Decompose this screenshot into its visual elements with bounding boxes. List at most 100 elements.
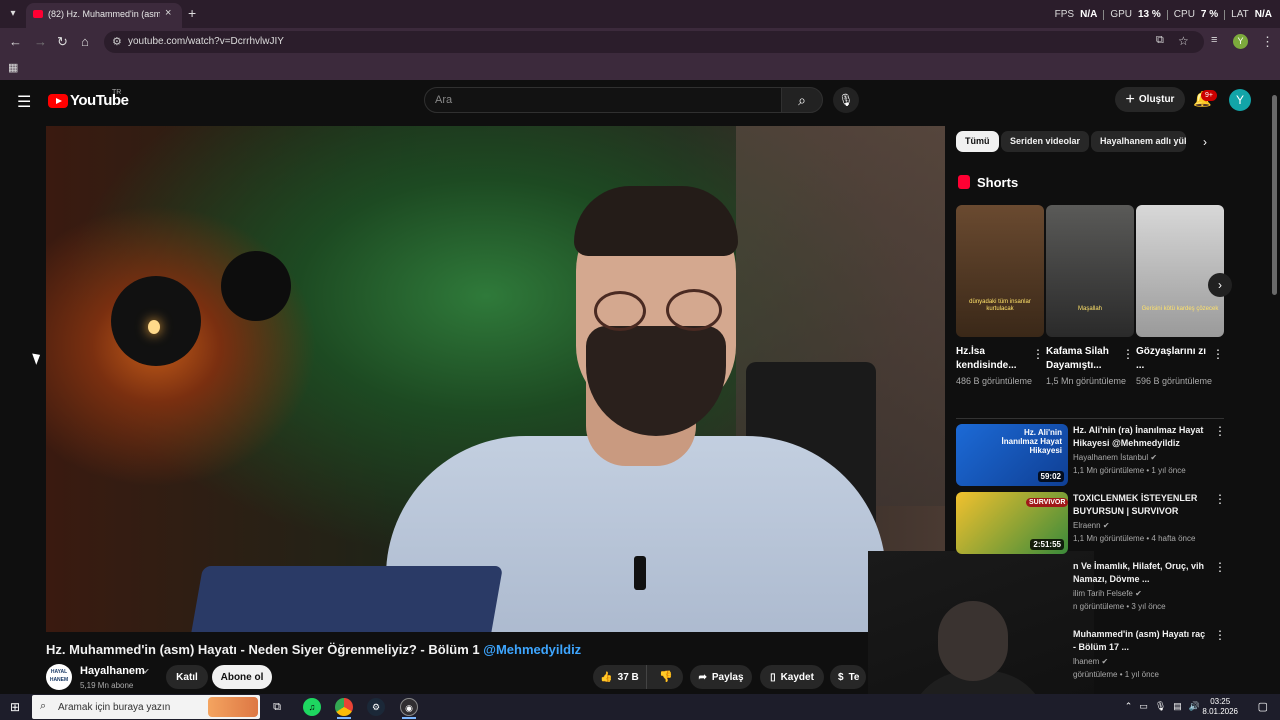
- chevron-right-icon[interactable]: ›: [1208, 273, 1232, 297]
- short-thumbnail[interactable]: dünyadaki tüm insanlar kurtulacak: [956, 205, 1044, 337]
- more-vert-icon[interactable]: ⋮: [1032, 347, 1044, 361]
- video-duration: 2:51:55: [1030, 539, 1064, 550]
- recommended-video[interactable]: Hz. Ali'nin İnanılmaz Hayat Hikayesi 59:…: [956, 424, 1226, 486]
- country-code: TR: [112, 89, 122, 96]
- thumbs-down-icon[interactable]: 👎: [649, 670, 683, 683]
- video-title[interactable]: Hz. Ali'nin (ra) İnanılmaz Hayat Hikayes…: [1073, 424, 1208, 450]
- user-avatar[interactable]: Y: [1229, 89, 1251, 111]
- recommended-video[interactable]: SURVIVOR 2:51:55 TOXICLENMEK İSTEYENLER …: [956, 492, 1226, 554]
- channel-name[interactable]: lhanem ✔: [1073, 657, 1108, 666]
- search-highlight-image[interactable]: [208, 697, 258, 717]
- channel-name[interactable]: Hayalhanem: [80, 665, 145, 677]
- forward-arrow-icon[interactable]: →: [34, 34, 47, 49]
- thanks-button[interactable]: $ Te: [830, 665, 866, 689]
- video-title-text: Hz. Muhammed'in (asm) Hayatı - Neden Siy…: [46, 642, 480, 657]
- close-tab-icon[interactable]: ×: [165, 7, 171, 19]
- more-vert-icon[interactable]: ⋮: [1214, 560, 1226, 574]
- microphone-icon[interactable]: 🎙: [1155, 701, 1166, 712]
- video-title: Hz. Muhammed'in (asm) Hayatı - Neden Siy…: [46, 642, 581, 657]
- reload-icon[interactable]: ↻: [57, 34, 68, 50]
- tab-search-dropdown-icon[interactable]: ▾: [4, 5, 22, 23]
- browser-profile-avatar[interactable]: Y: [1233, 34, 1248, 49]
- video-title[interactable]: Muhammed'in (asm) Hayatı raç - Bölüm 17 …: [1073, 628, 1208, 654]
- more-vert-icon[interactable]: ⋮: [1122, 347, 1134, 361]
- recommended-video[interactable]: n Ve İmamlık, Hilafet, Oruç, vih Namazı,…: [956, 560, 1226, 622]
- microphone-icon[interactable]: 🎙: [833, 87, 859, 113]
- notification-center-icon[interactable]: ▢: [1258, 700, 1268, 713]
- steam-icon[interactable]: ⚙: [367, 698, 385, 716]
- search-icon[interactable]: ⌕: [781, 87, 823, 113]
- share-button[interactable]: ➦ Paylaş: [690, 665, 752, 689]
- video-title[interactable]: TOXICLENMEK İSTEYENLER BUYURSUN | SURVIV…: [1073, 492, 1208, 518]
- site-info-icon[interactable]: ⚙: [112, 35, 122, 48]
- more-vert-icon[interactable]: ⋮: [1212, 347, 1224, 361]
- more-vert-icon[interactable]: ⋮: [1214, 424, 1226, 438]
- subscribe-button[interactable]: Abone ol: [212, 665, 272, 689]
- network-icon[interactable]: ▤: [1173, 701, 1182, 712]
- url-text[interactable]: youtube.com/watch?v=DcrrhvlwJIY: [128, 36, 284, 47]
- verified-check-icon: ✔: [143, 667, 150, 676]
- new-tab-icon[interactable]: +: [188, 5, 196, 21]
- chevron-right-icon[interactable]: ›: [1203, 135, 1207, 149]
- meet-now-icon[interactable]: ▭: [1139, 701, 1148, 712]
- more-vert-icon[interactable]: ⋮: [1214, 492, 1226, 506]
- clock-time: 03:25: [1210, 697, 1231, 706]
- video-mention-link[interactable]: @Mehmedyildiz: [483, 642, 581, 657]
- browser-tab-active[interactable]: (82) Hz. Muhammed'in (asm) H ×: [26, 3, 182, 28]
- windows-taskbar: ⊞ ⌕ Aramak için buraya yazın ⧉ ♫ ⚙ ◉ ⌃ ▭…: [0, 694, 1280, 720]
- short-title[interactable]: Kafama Silah Dayamıştı...: [1046, 345, 1118, 373]
- short-title[interactable]: Hz.İsa kendisinde...: [956, 345, 1028, 373]
- page-scrollbar[interactable]: [1272, 95, 1277, 295]
- short-thumbnail[interactable]: Gerisini kötü kardeş çözecek: [1136, 205, 1224, 337]
- video-duration: 59:02: [1037, 471, 1064, 482]
- more-vert-icon[interactable]: ⋮: [1214, 628, 1226, 642]
- join-button[interactable]: Katıl: [166, 665, 208, 689]
- short-thumbnail[interactable]: Maşallah: [1046, 205, 1134, 337]
- back-arrow-icon[interactable]: ←: [9, 34, 22, 49]
- bookmark-star-icon[interactable]: ☆: [1178, 34, 1189, 48]
- taskbar-search-input[interactable]: ⌕ Aramak için buraya yazın: [32, 695, 260, 719]
- task-view-icon[interactable]: ⧉: [268, 698, 286, 716]
- short-item[interactable]: Gerisini kötü kardeş çözecek Gözyaşların…: [1136, 205, 1224, 388]
- volume-icon[interactable]: 🔊: [1189, 701, 1200, 712]
- channel-name[interactable]: ilim Tarih Felsefe ✔: [1073, 589, 1142, 598]
- media-queue-icon[interactable]: ≡: [1211, 34, 1217, 46]
- save-button[interactable]: ▯ Kaydet: [760, 665, 824, 689]
- channel-name[interactable]: Hayalhanem İstanbul ✔: [1073, 453, 1157, 462]
- video-title[interactable]: n Ve İmamlık, Hilafet, Oruç, vih Namazı,…: [1073, 560, 1208, 586]
- plus-icon: +: [1125, 90, 1135, 108]
- youtube-header: ☰ YouTube TR Ara ⌕ 🎙 + Oluştur 🔔 Y: [0, 80, 1280, 120]
- chrome-icon[interactable]: [335, 698, 353, 716]
- recommended-video[interactable]: Muhammed'in (asm) Hayatı raç - Bölüm 17 …: [956, 628, 1226, 690]
- video-thumbnail[interactable]: Hz. Ali'nin İnanılmaz Hayat Hikayesi 59:…: [956, 424, 1068, 486]
- active-app-indicator: [402, 717, 416, 719]
- short-item[interactable]: dünyadaki tüm insanlar kurtulacak Hz.İsa…: [956, 205, 1044, 388]
- video-player[interactable]: [46, 126, 945, 632]
- home-icon[interactable]: ⌂: [81, 34, 89, 49]
- like-button[interactable]: 👍 37 B: [593, 665, 647, 689]
- chevron-up-icon[interactable]: ⌃: [1125, 701, 1133, 712]
- chip-series-videos[interactable]: Seriden videolar: [1001, 131, 1090, 152]
- chip-channel-uploads[interactable]: Hayalhanem adlı yük: [1091, 131, 1186, 152]
- fps-value: N/A: [1080, 9, 1098, 20]
- browser-menu-icon[interactable]: ⋮: [1261, 34, 1274, 50]
- windows-start-icon[interactable]: ⊞: [10, 700, 20, 714]
- hamburger-menu-icon[interactable]: ☰: [17, 92, 31, 112]
- short-item[interactable]: Maşallah Kafama Silah Dayamıştı... 1,5 M…: [1046, 205, 1134, 388]
- bookmark-icon: ▯: [770, 671, 776, 683]
- apps-grid-icon[interactable]: ▦: [8, 61, 18, 74]
- channel-avatar[interactable]: HAYAL HANEM: [46, 664, 72, 690]
- divider: [956, 418, 1224, 419]
- chip-all[interactable]: Tümü: [956, 131, 999, 152]
- channel-name[interactable]: Elraenn ✔: [1073, 521, 1110, 530]
- create-button[interactable]: + Oluştur: [1115, 87, 1185, 112]
- obs-icon[interactable]: ◉: [400, 698, 418, 716]
- channel-name-text: Hayalhanem İstanbul: [1073, 453, 1149, 462]
- install-app-icon[interactable]: ⧉: [1156, 34, 1164, 47]
- short-title[interactable]: Gözyaşlarını zı ...: [1136, 345, 1208, 373]
- search-input[interactable]: Ara: [424, 87, 782, 113]
- taskbar-clock[interactable]: 03:25 8.01.2026: [1202, 697, 1238, 717]
- video-thumbnail[interactable]: SURVIVOR 2:51:55: [956, 492, 1068, 554]
- spotify-icon[interactable]: ♫: [303, 698, 321, 716]
- address-bar[interactable]: ⚙ youtube.com/watch?v=DcrrhvlwJIY: [104, 31, 1204, 53]
